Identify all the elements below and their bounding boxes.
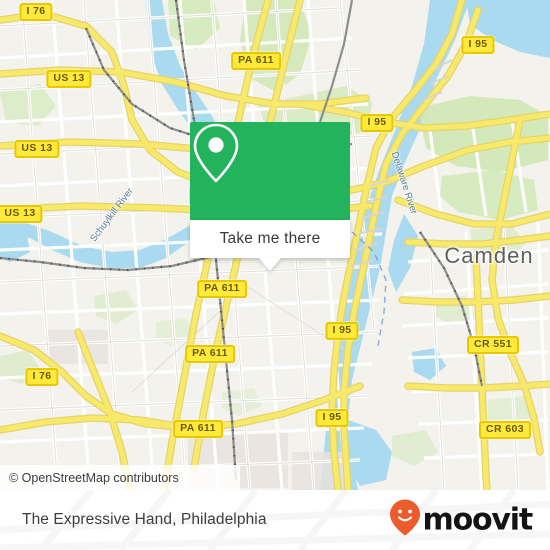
highway-shield-i95-b: I 95 xyxy=(360,114,394,132)
highway-shield-pa611-d: PA 611 xyxy=(173,420,223,438)
highway-shield-i95-d: I 95 xyxy=(315,409,349,427)
highway-shield-cr603: CR 603 xyxy=(478,421,532,439)
moovit-map-screenshot: P Camden Delaware River Schuylkill River… xyxy=(0,0,550,550)
page-title: The Expressive Hand, Philadelphia xyxy=(22,511,267,528)
footer-bar: The Expressive Hand, Philadelphia moovit xyxy=(0,490,550,550)
osm-attribution[interactable]: © OpenStreetMap contributors xyxy=(0,465,240,490)
highway-shield-i76-sw: I 76 xyxy=(25,368,59,386)
highway-shield-us13-c: US 13 xyxy=(0,205,43,223)
location-popup-card[interactable]: Take me there xyxy=(190,122,350,271)
place-label-camden: Camden xyxy=(444,243,534,268)
highway-shield-cr551: CR 551 xyxy=(466,336,520,354)
moovit-wordmark: moovit xyxy=(422,502,534,537)
highway-shield-i95-a: I 95 xyxy=(461,36,495,54)
map-canvas[interactable]: P Camden Delaware River Schuylkill River… xyxy=(0,0,550,490)
moovit-brand[interactable]: moovit xyxy=(389,499,534,541)
highway-shield-pa611-b: PA 611 xyxy=(197,280,247,298)
highway-shield-i76-nw: I 76 xyxy=(19,3,53,21)
popup-tail-pointer xyxy=(259,258,281,271)
highway-shield-pa611-a: PA 611 xyxy=(231,52,281,70)
popup-header xyxy=(190,122,350,220)
osm-attribution-text: © OpenStreetMap contributors xyxy=(9,470,179,485)
highway-shield-us13-a: US 13 xyxy=(46,70,92,88)
moovit-smiling-pin-icon xyxy=(389,499,420,541)
highway-shield-i95-c: I 95 xyxy=(325,322,359,340)
take-me-there-label: Take me there xyxy=(219,230,321,247)
popup-action-bar[interactable]: Take me there xyxy=(190,220,350,258)
highway-shield-pa611-c: PA 611 xyxy=(185,345,235,363)
highway-shield-us13-b: US 13 xyxy=(14,140,60,158)
